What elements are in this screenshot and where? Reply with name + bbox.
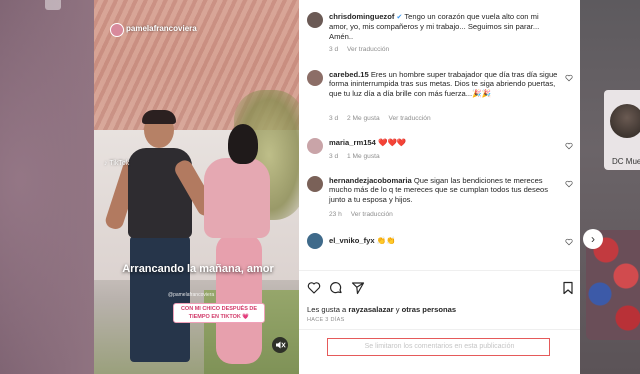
- comment-likes[interactable]: 1 Me gusta: [347, 153, 380, 160]
- video-woman: [194, 124, 284, 364]
- comment-meta: 23 h Ver traducción: [329, 211, 400, 218]
- comments-limited-text: Se limitaron los comentarios en esta pub…: [364, 343, 515, 350]
- see-translation-link[interactable]: Ver traducción: [347, 46, 389, 53]
- chevron-right-icon: ›: [591, 232, 595, 246]
- comment-text: ❤️❤️❤️: [378, 138, 407, 147]
- next-post-button[interactable]: ›: [583, 229, 603, 249]
- post-actions: [307, 281, 575, 295]
- post-time: HACE 3 DÍAS: [307, 317, 345, 323]
- comment-body: hernandezjacobomaria Que sigan las bendi…: [329, 176, 559, 204]
- tiktok-watermark: ♪ TikTok: [104, 160, 129, 167]
- bookmark-icon[interactable]: [561, 281, 575, 295]
- comment-time: 23 h: [329, 211, 342, 218]
- speaker-muted-icon: [276, 341, 286, 349]
- post-panel: chrisdominguezof ✔ Tengo un corazón que …: [299, 0, 580, 374]
- tiktok-icon: ♪: [104, 160, 108, 167]
- divider: [299, 329, 580, 330]
- comment-time: 3 d: [329, 46, 339, 53]
- woman-legs: [216, 234, 262, 364]
- comment-username[interactable]: maria_rm154: [329, 138, 376, 147]
- video-caption: Arrancando la mañana, amor: [122, 263, 274, 275]
- comment-body: chrisdominguezof ✔ Tengo un corazón que …: [329, 12, 559, 41]
- likes-middle: y: [395, 305, 400, 314]
- man-hair: [142, 110, 176, 124]
- man-legs: [130, 236, 190, 362]
- background-label: DC Muebl: [612, 157, 640, 166]
- background-avatar: [610, 104, 640, 138]
- likes-user-link[interactable]: rayzasalazar: [348, 305, 393, 314]
- woman-body: [204, 158, 270, 238]
- verified-badge-icon: ✔: [396, 14, 403, 21]
- comment-avatar[interactable]: [307, 138, 323, 154]
- comment-icon[interactable]: [329, 281, 343, 295]
- comment-avatar[interactable]: [307, 70, 323, 86]
- divider: [299, 270, 580, 271]
- likes-summary: Les gusta a rayzasalazar y otras persona…: [307, 305, 456, 314]
- likes-prefix: Les gusta a: [307, 305, 347, 314]
- comment-meta: 3 d 1 Me gusta: [329, 153, 387, 160]
- comment-avatar[interactable]: [307, 176, 323, 192]
- comment-avatar[interactable]: [307, 233, 323, 249]
- comment-username[interactable]: hernandezjacobomaria: [329, 176, 412, 185]
- comment-body: carebed.15 Eres un hombre super trabajad…: [329, 70, 559, 98]
- comment-body: maria_rm154 ❤️❤️❤️: [329, 138, 559, 147]
- heart-icon[interactable]: [307, 281, 321, 295]
- comment-meta: 3 d 2 Me gusta Ver traducción: [329, 115, 438, 122]
- share-icon[interactable]: [351, 281, 365, 295]
- comment-time: 3 d: [329, 153, 339, 160]
- comment-username[interactable]: chrisdominguezof: [329, 12, 394, 21]
- like-comment-heart-icon[interactable]: [565, 180, 573, 188]
- comment-meta: 3 d Ver traducción: [329, 46, 396, 53]
- comment-time: 3 d: [329, 115, 339, 122]
- comment-text: 👏👏: [376, 236, 396, 245]
- comment-username[interactable]: el_vniko_fyx: [329, 236, 375, 245]
- see-translation-link[interactable]: Ver traducción: [351, 211, 393, 218]
- like-comment-heart-icon[interactable]: [565, 74, 573, 82]
- comment-avatar[interactable]: [307, 12, 323, 28]
- previous-post-arrow[interactable]: [45, 0, 61, 10]
- video-watermark: @pamelafrancoviera: [168, 292, 215, 298]
- comments-limited-notice: Se limitaron los comentarios en esta pub…: [327, 338, 550, 356]
- comment-likes[interactable]: 2 Me gusta: [347, 115, 380, 122]
- video-sticker: CON MI CHICO DESPUÉS DE TIEMPO EN TIKTOK…: [173, 303, 265, 323]
- like-comment-heart-icon[interactable]: [565, 142, 573, 150]
- comment-username[interactable]: carebed.15: [329, 70, 369, 79]
- comment-body: el_vniko_fyx 👏👏: [329, 236, 559, 245]
- like-comment-heart-icon[interactable]: [565, 238, 573, 246]
- likes-others-link[interactable]: otras personas: [402, 305, 456, 314]
- video-username[interactable]: pamelafrancoviera: [126, 24, 197, 33]
- tiktok-label: TikTok: [109, 160, 130, 167]
- see-translation-link[interactable]: Ver traducción: [388, 115, 430, 122]
- video-user-avatar[interactable]: [110, 23, 124, 37]
- mute-button[interactable]: [272, 337, 288, 353]
- woman-hair: [228, 124, 258, 164]
